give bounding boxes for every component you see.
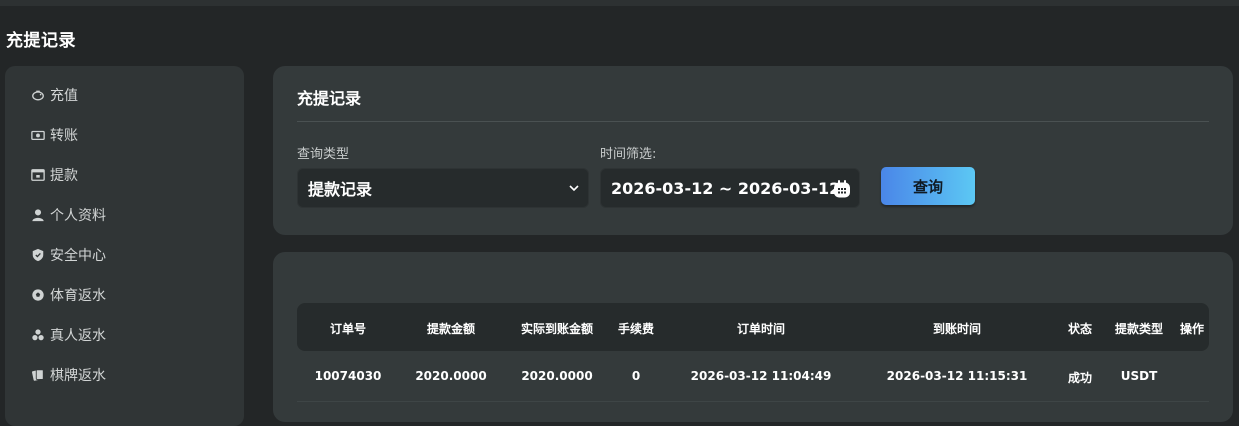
sidebar-item-label: 安全中心 — [50, 248, 106, 264]
sidebar-item-deposit[interactable]: 充值 — [30, 84, 78, 106]
date-range-value: 2026-03-12 ~ 2026-03-12 — [611, 178, 841, 198]
table-header: 订单号 提款金额 实际到账金额 手续费 订单时间 到账时间 状态 提款类型 操作 — [297, 303, 1209, 351]
piggy-bank-icon — [30, 87, 46, 103]
cell-amount: 2020.0000 — [415, 369, 487, 383]
sidebar-item-label: 转账 — [50, 128, 78, 144]
cards-icon — [30, 367, 46, 383]
money-transfer-icon — [30, 127, 46, 143]
column-header-fee: 手续费 — [617, 322, 655, 336]
column-header-actions: 操作 — [1179, 322, 1205, 336]
sidebar-item-chess-rebate[interactable]: 棋牌返水 — [30, 364, 106, 386]
cell-received-amount: 2020.0000 — [521, 369, 593, 383]
withdraw-icon — [30, 167, 46, 183]
table-row: 10074030 2020.0000 2020.0000 0 2026-03-1… — [297, 351, 1209, 402]
sidebar-item-withdraw[interactable]: 提款 — [30, 164, 78, 186]
sidebar-item-live-rebate[interactable]: 真人返水 — [30, 324, 106, 346]
sidebar-item-label: 充值 — [50, 88, 78, 104]
sidebar-item-profile[interactable]: 个人资料 — [30, 204, 106, 226]
divider — [297, 121, 1209, 122]
soccer-ball-icon — [30, 287, 46, 303]
panel-title: 充提记录 — [297, 89, 362, 108]
poker-chips-icon — [30, 327, 46, 343]
sidebar-item-label: 体育返水 — [50, 288, 106, 304]
cell-fee: 0 — [631, 369, 641, 383]
query-type-label: 查询类型 — [297, 147, 350, 162]
shield-icon — [30, 247, 46, 263]
sidebar-item-sports-rebate[interactable]: 体育返水 — [30, 284, 106, 306]
cell-arrival-time: 2026-03-12 11:15:31 — [886, 369, 1028, 383]
records-table-panel: 订单号 提款金额 实际到账金额 手续费 订单时间 到账时间 状态 提款类型 操作… — [273, 252, 1233, 422]
column-header-arrival-time: 到账时间 — [932, 322, 982, 336]
column-header-order-id: 订单号 — [329, 322, 367, 336]
sidebar-item-label: 真人返水 — [50, 328, 106, 344]
sidebar: 充值 转账 提款 个人资料 安全中心 体育返水 真人返水 棋牌返水 — [5, 66, 244, 426]
query-button[interactable]: 查询 — [881, 167, 975, 205]
sidebar-item-label: 棋牌返水 — [50, 368, 106, 384]
user-icon — [30, 207, 46, 223]
sidebar-item-label: 个人资料 — [50, 208, 106, 224]
date-range-picker[interactable]: 2026-03-12 ~ 2026-03-12 — [600, 168, 860, 208]
top-bar — [0, 0, 1239, 6]
column-header-order-time: 订单时间 — [736, 322, 786, 336]
filter-panel: 充提记录 查询类型 时间筛选: 提款记录 2026-03-12 ~ 2026-0… — [273, 66, 1233, 235]
cell-order-time: 2026-03-12 11:04:49 — [690, 369, 832, 383]
cell-withdraw-type: USDT — [1120, 369, 1158, 383]
chevron-down-icon — [569, 185, 579, 192]
query-type-value: 提款记录 — [308, 180, 373, 199]
column-header-status: 状态 — [1067, 322, 1093, 336]
cell-order-id: 10074030 — [314, 369, 382, 383]
page-title: 充提记录 — [6, 31, 76, 51]
query-type-select[interactable]: 提款记录 — [297, 168, 589, 208]
time-filter-label: 时间筛选: — [600, 147, 657, 162]
calendar-icon[interactable] — [832, 179, 852, 199]
column-header-withdraw-type: 提款类型 — [1114, 322, 1164, 336]
sidebar-item-transfer[interactable]: 转账 — [30, 124, 78, 146]
sidebar-item-security[interactable]: 安全中心 — [30, 244, 106, 266]
cell-status: 成功 — [1067, 371, 1093, 385]
column-header-amount: 提款金额 — [426, 322, 476, 336]
sidebar-item-label: 提款 — [50, 168, 78, 184]
column-header-received-amount: 实际到账金额 — [520, 322, 594, 336]
